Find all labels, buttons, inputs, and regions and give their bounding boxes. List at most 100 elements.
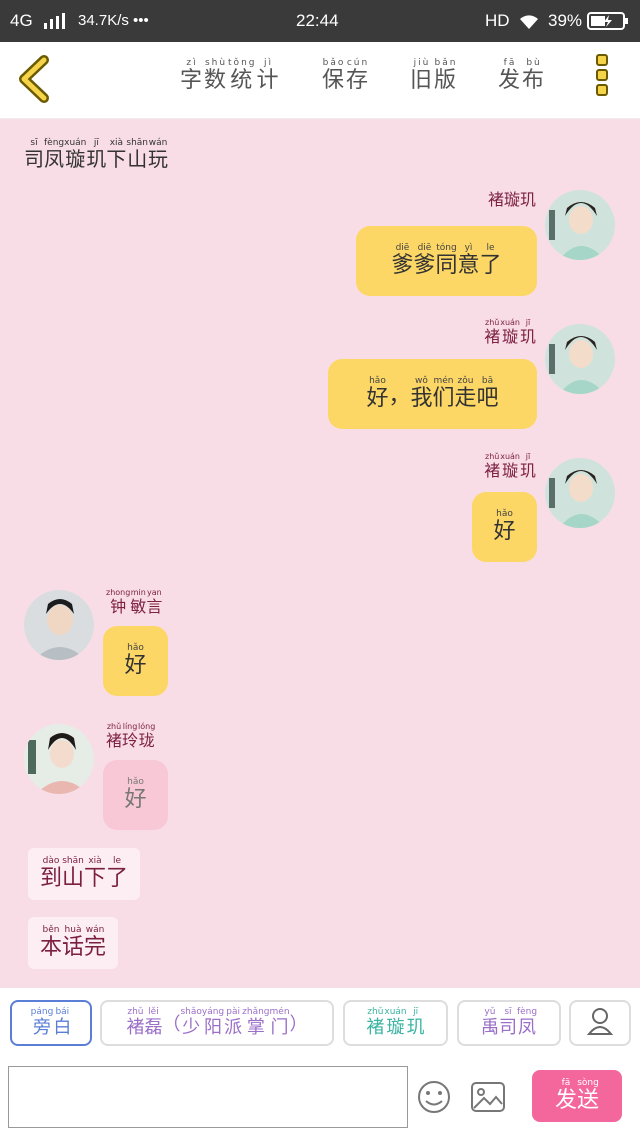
ruby-char: 保bǎo bbox=[322, 58, 347, 93]
ruby-char: 山shān bbox=[126, 138, 148, 171]
ruby-char: 珑lóng bbox=[138, 722, 156, 750]
ruby-char: 少shǎo bbox=[180, 1007, 202, 1038]
user-icon bbox=[586, 1007, 614, 1040]
ruby-char: 意yì bbox=[457, 243, 480, 278]
ruby-char: 爹diē bbox=[391, 243, 414, 278]
ruby-char: 发fā bbox=[554, 1078, 577, 1113]
ruby-char: 吧bā bbox=[476, 376, 499, 411]
avatar[interactable] bbox=[24, 590, 94, 660]
role-yu-sifeng[interactable]: 禹yǔ 司sī 凤fèng bbox=[457, 1000, 561, 1046]
ruby-char: 钟zhong bbox=[106, 588, 131, 616]
ruby-char: 褚zhǔ bbox=[126, 1007, 145, 1038]
avatar[interactable] bbox=[24, 724, 94, 794]
ruby-char: 同tóng bbox=[435, 243, 458, 278]
narration-box[interactable]: 本běn 话huà 完wán bbox=[28, 917, 119, 969]
narration-box[interactable]: 到dào 山shān 下xià 了le bbox=[28, 848, 141, 900]
ruby-char: 玑jī bbox=[86, 138, 107, 171]
message-bubble[interactable]: 好hǎo bbox=[103, 760, 168, 830]
ruby-char: 司sī bbox=[24, 138, 44, 171]
ruby-char: 言yan bbox=[146, 588, 163, 616]
ruby-char: 褚zhǔ bbox=[484, 452, 501, 480]
ruby-char: 字zì bbox=[180, 58, 205, 93]
speaker-name: 褚zhǔ玲líng珑lóng bbox=[106, 722, 155, 751]
message-input[interactable] bbox=[8, 1066, 408, 1128]
composer: 旁páng 白bái 褚zhǔ 磊lěi （少shǎo 阳yáng 派pài 掌zhǎng 门… bbox=[0, 988, 640, 1138]
old-version-button[interactable]: 旧jiù版bǎn bbox=[410, 58, 458, 94]
speaker-name: 褚zhǔ璇xuán玑jī bbox=[484, 318, 536, 347]
ruby-char: 版bǎn bbox=[434, 58, 459, 93]
ruby-char: 璇xuán bbox=[500, 452, 520, 480]
ruby-char: 玑jī bbox=[519, 318, 536, 346]
ruby-char: 话huà bbox=[62, 925, 85, 960]
ruby-char: 玑jī bbox=[519, 452, 536, 480]
message-bubble[interactable]: 爹diē 爹diē 同tóng 意yì 了le bbox=[356, 226, 537, 296]
network-label: 4G bbox=[10, 11, 33, 30]
avatar[interactable] bbox=[545, 190, 615, 260]
ruby-char: 阳yáng bbox=[201, 1007, 225, 1038]
ruby-char: 褚zhǔ bbox=[106, 722, 123, 750]
ruby-char: 璇xuán bbox=[384, 1007, 407, 1038]
ruby-char: 布bù bbox=[522, 58, 547, 93]
clock: 22:44 bbox=[296, 11, 339, 30]
ruby-char: 凤fèng bbox=[44, 138, 65, 171]
avatar[interactable] bbox=[545, 458, 615, 528]
ruby-char: 存cún bbox=[346, 58, 371, 93]
ruby-char: 发fā bbox=[498, 58, 523, 93]
ruby-char: 好hǎo bbox=[124, 777, 147, 812]
ruby-char: 到dào bbox=[40, 856, 63, 891]
ruby-char: 白bái bbox=[53, 1007, 72, 1038]
ruby-char: 走zǒu bbox=[454, 376, 477, 411]
ruby-char: ） bbox=[289, 1014, 308, 1035]
image-icon[interactable] bbox=[471, 1082, 505, 1116]
speaker-name: 钟zhong敏min言yan bbox=[106, 588, 162, 617]
ruby-char: 爹diē bbox=[413, 243, 436, 278]
ruby-char: 了le bbox=[106, 856, 129, 891]
battery-icon bbox=[587, 12, 629, 35]
role-zhu-xuanji[interactable]: 褚zhǔ 璇xuán 玑jī bbox=[343, 1000, 448, 1046]
ruby-char: 玲líng bbox=[122, 722, 139, 750]
role-zhu-lei[interactable]: 褚zhǔ 磊lěi （少shǎo 阳yáng 派pài 掌zhǎng 门mén） bbox=[100, 1000, 334, 1046]
ruby-char: 禹yǔ bbox=[480, 1007, 499, 1038]
save-button[interactable]: 保bǎo存cún bbox=[322, 58, 370, 94]
ruby-char: 了le bbox=[479, 243, 502, 278]
ruby-char: 褚zhǔ bbox=[484, 318, 501, 346]
ruby-char: 玩wán bbox=[148, 138, 168, 171]
wifi-icon bbox=[518, 12, 540, 35]
ruby-char: 本běn bbox=[40, 925, 63, 960]
back-arrow-icon[interactable] bbox=[14, 54, 54, 104]
ruby-char: 派pài bbox=[224, 1007, 243, 1038]
emoji-icon[interactable] bbox=[417, 1080, 451, 1118]
word-count-button[interactable]: 字zì数shù统tǒng计jì bbox=[180, 58, 281, 94]
ruby-char: 褚zhǔ bbox=[366, 1007, 385, 1038]
ruby-char: 计jì bbox=[256, 58, 281, 93]
ruby-char: 好hǎo bbox=[366, 376, 389, 411]
top-toolbar: 字zì数shù统tǒng计jì 保bǎo存cún 旧jiù版bǎn 发fā布bù bbox=[0, 42, 640, 119]
ruby-char: 下xià bbox=[84, 856, 107, 891]
ruby-char: 完wán bbox=[84, 925, 107, 960]
add-role-button[interactable] bbox=[569, 1000, 631, 1046]
role-narrator[interactable]: 旁páng 白bái bbox=[10, 1000, 92, 1046]
message-bubble[interactable]: 好hǎo bbox=[103, 626, 168, 696]
ruby-char: 旧jiù bbox=[410, 58, 435, 93]
send-button[interactable]: 发fā 送sòng bbox=[532, 1070, 622, 1122]
ruby-char: 好hǎo bbox=[493, 509, 516, 544]
ruby-char: 统tǒng bbox=[228, 58, 257, 93]
publish-button[interactable]: 发fā布bù bbox=[498, 58, 546, 94]
ruby-char: 璇xuán bbox=[500, 318, 520, 346]
ruby-char: 好hǎo bbox=[124, 643, 147, 678]
ruby-char: 数shù bbox=[204, 58, 229, 93]
ruby-char: 山shān bbox=[62, 856, 85, 891]
ruby-char: 送sòng bbox=[577, 1078, 600, 1113]
ruby-char: 旁páng bbox=[30, 1007, 54, 1038]
more-menu-icon[interactable] bbox=[596, 54, 614, 106]
ruby-char: 玑jī bbox=[406, 1007, 425, 1038]
message-bubble[interactable]: 好hǎo bbox=[472, 492, 537, 562]
ruby-char: 褚 bbox=[487, 190, 504, 209]
speaker-name: 褚zhǔ璇xuán玑jī bbox=[484, 452, 536, 481]
ruby-char: 敏min bbox=[130, 588, 147, 616]
avatar[interactable] bbox=[545, 324, 615, 394]
status-bar: 4G 34.7K/s ••• 22:44 HD 39% bbox=[0, 0, 640, 42]
ruby-char: （ bbox=[162, 1014, 181, 1035]
message-bubble[interactable]: 好hǎo，我wǒ 们mén 走zǒu 吧bā bbox=[328, 359, 537, 429]
signal-icon bbox=[44, 13, 66, 34]
